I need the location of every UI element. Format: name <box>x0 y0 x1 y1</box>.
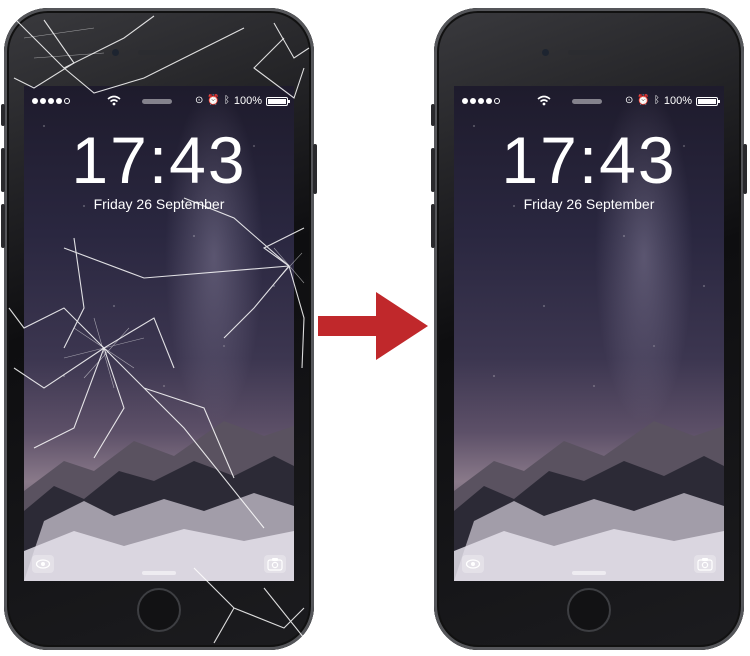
volume-down-button <box>431 204 435 248</box>
mute-switch <box>1 104 5 126</box>
battery-percent: 100% <box>233 95 262 107</box>
volume-up-button <box>431 148 435 192</box>
grabber-bar[interactable] <box>572 571 606 575</box>
right-arrow <box>318 292 428 360</box>
snowy-mountains <box>454 421 724 581</box>
earpiece-speaker <box>568 50 610 55</box>
wifi-icon <box>107 95 121 106</box>
volume-up-button <box>1 148 5 192</box>
eye-button[interactable] <box>32 555 54 573</box>
grabber-bar[interactable] <box>142 571 176 575</box>
front-camera <box>542 49 549 56</box>
lock-screen: ⊙ ⏰ ᛒ 100% 17:43 Friday 26 September <box>454 86 724 581</box>
status-bar: ⊙ ⏰ ᛒ 100% <box>454 94 724 110</box>
status-bar-pill <box>572 99 602 104</box>
lock-screen: ⊙ ⏰ ᛒ 100% 17:43 Friday 26 September <box>24 86 294 581</box>
rotation-lock-icon: ⊙ <box>195 95 204 106</box>
eye-icon <box>465 559 481 569</box>
home-button[interactable] <box>567 588 611 632</box>
battery-icon <box>696 96 720 106</box>
lock-date: Friday 26 September <box>93 196 225 212</box>
wifi-icon <box>537 95 551 106</box>
home-button[interactable] <box>137 588 181 632</box>
bluetooth-icon: ᛒ <box>653 95 660 106</box>
status-bar-pill <box>142 99 172 104</box>
rotation-lock-icon: ⊙ <box>625 95 634 106</box>
camera-button[interactable] <box>694 555 716 573</box>
power-button <box>313 144 317 194</box>
eye-button[interactable] <box>462 555 484 573</box>
alarm-icon: ⏰ <box>637 95 650 106</box>
lock-date: Friday 26 September <box>523 196 655 212</box>
camera-icon <box>697 558 713 571</box>
battery-icon <box>266 96 290 106</box>
power-button <box>743 144 747 194</box>
lock-clock: 17:43 <box>501 123 677 197</box>
camera-icon <box>267 558 283 571</box>
camera-button[interactable] <box>264 555 286 573</box>
volume-down-button <box>1 204 5 248</box>
snowy-mountains <box>24 421 294 581</box>
signal-strength-icon <box>462 98 500 104</box>
lock-clock: 17:43 <box>71 123 247 197</box>
mute-switch <box>431 104 435 126</box>
front-camera <box>112 49 119 56</box>
signal-strength-icon <box>32 98 70 104</box>
battery-percent: 100% <box>663 95 692 107</box>
phone-repaired: ⊙ ⏰ ᛒ 100% 17:43 Friday 26 September <box>431 8 747 650</box>
earpiece-speaker <box>138 50 180 55</box>
bluetooth-icon: ᛒ <box>223 95 230 106</box>
status-bar: ⊙ ⏰ ᛒ 100% <box>24 94 294 110</box>
alarm-icon: ⏰ <box>207 95 220 106</box>
phone-broken: ⊙ ⏰ ᛒ 100% 17:43 Friday 26 September <box>1 8 317 650</box>
eye-icon <box>35 559 51 569</box>
